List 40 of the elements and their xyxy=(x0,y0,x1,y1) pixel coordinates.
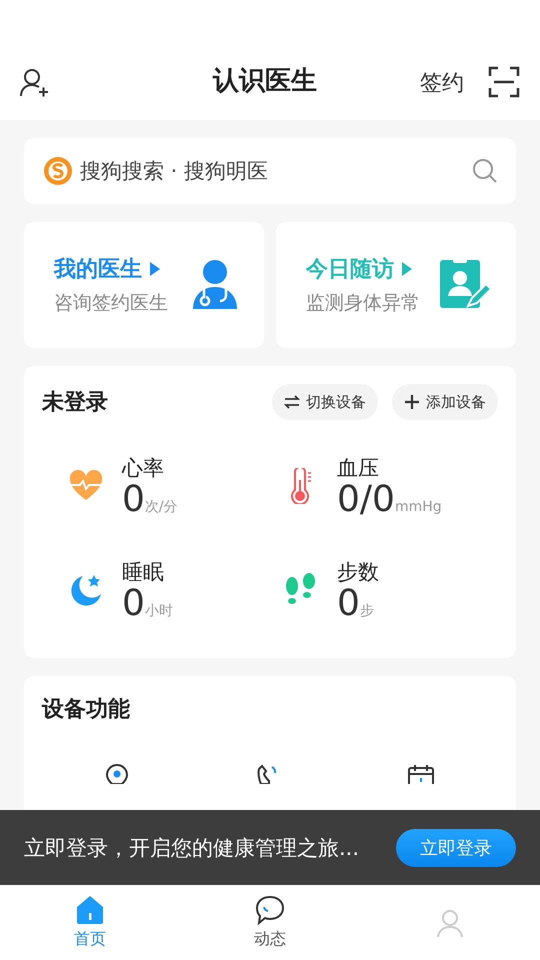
page-title: 认识医生 xyxy=(212,65,318,98)
swap-arrows-icon xyxy=(284,395,300,409)
section-title: 设备功能 xyxy=(42,696,131,724)
search-engine-logo xyxy=(42,155,74,187)
person-icon xyxy=(435,908,465,938)
home-icon xyxy=(75,895,105,925)
switch-device-button[interactable]: 切换设备 xyxy=(272,384,378,420)
doctor-icon xyxy=(190,259,240,311)
card-subtitle: 咨询签约医生 xyxy=(54,291,169,316)
metric-name: 心率 xyxy=(122,455,165,482)
banner-text: 立即登录，开启您的健康管理之旅... xyxy=(24,834,360,862)
card-title: 今日随访 xyxy=(306,256,394,284)
heart-icon xyxy=(69,470,103,502)
scan-button[interactable] xyxy=(488,66,520,98)
sign-link[interactable]: 签约 xyxy=(420,68,464,98)
quick-card[interactable]: 今日随访 监测身体异常 xyxy=(276,222,516,348)
metric-value: 0小时 xyxy=(122,586,173,622)
metric-value: 0 次/分 xyxy=(122,482,178,518)
card-title: 我的医生 xyxy=(54,256,142,284)
chat-bubble-icon xyxy=(255,895,285,925)
metric-value: 0 步 xyxy=(337,586,375,622)
thermometer-icon xyxy=(289,468,313,504)
moon-icon xyxy=(69,573,103,607)
search-icon xyxy=(472,158,498,184)
plus-icon xyxy=(404,394,420,410)
metric-value: 0/0 mmHg xyxy=(337,482,442,518)
search-field[interactable]: 搜狗搜索 · 搜狗明医 xyxy=(78,158,468,184)
footprints-icon xyxy=(284,573,318,607)
calendar-icon xyxy=(406,764,435,784)
login-status: 未登录 xyxy=(42,389,109,417)
add-device-button[interactable]: 添加设备 xyxy=(392,384,498,420)
location-icon xyxy=(105,764,130,784)
nav-tab[interactable]: 动态 xyxy=(180,885,360,960)
metric-name: 步数 xyxy=(337,559,379,586)
add-contact-button[interactable] xyxy=(20,68,50,98)
quick-card[interactable]: 我的医生 咨询签约医生 xyxy=(24,222,264,348)
card-subtitle: 监测身体异常 xyxy=(306,291,421,316)
search-bar[interactable]: 搜狗搜索 · 搜狗明医 xyxy=(24,138,516,204)
metric-name: 睡眠 xyxy=(122,559,165,586)
metric-name: 血压 xyxy=(337,455,380,482)
